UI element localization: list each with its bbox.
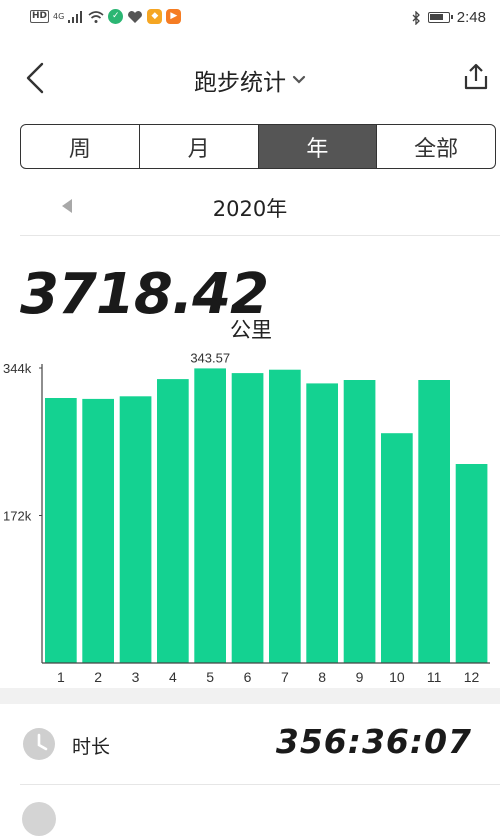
duration-value: 356:36:07 xyxy=(275,722,472,761)
share-icon[interactable] xyxy=(462,62,490,92)
video-icon: ▶ xyxy=(166,9,182,24)
year-label: 2020年 xyxy=(212,197,288,221)
bar-10 xyxy=(381,433,413,663)
page-title[interactable]: 跑步统计 xyxy=(194,63,286,97)
back-arrow-icon[interactable] xyxy=(20,60,50,96)
tab-week[interactable]: 周 xyxy=(21,125,140,168)
divider xyxy=(20,235,500,236)
hd-badge: HD xyxy=(30,10,50,23)
bar-11 xyxy=(418,380,450,663)
period-tabs: 周 月 年 全部 xyxy=(20,124,496,169)
title-bar: 跑步统计 xyxy=(0,60,500,100)
clock-icon xyxy=(23,728,55,760)
total-distance-unit: 公里 xyxy=(230,318,272,342)
tab-month[interactable]: 月 xyxy=(140,125,259,168)
x-tick-label: 2 xyxy=(94,669,102,685)
divider xyxy=(20,784,500,785)
tab-all[interactable]: 全部 xyxy=(377,125,495,168)
x-tick-label: 10 xyxy=(389,669,405,685)
y-tick-label: 344k xyxy=(3,361,32,376)
x-tick-label: 11 xyxy=(427,669,442,685)
bar-3 xyxy=(119,396,152,663)
x-tick-label: 3 xyxy=(132,669,140,685)
heart-icon xyxy=(128,10,143,23)
status-time: 2:48 xyxy=(456,9,486,26)
y-tick-label: 172k xyxy=(3,509,32,524)
network-type: 4G xyxy=(53,12,65,21)
bar-1 xyxy=(45,398,77,663)
next-stat-icon xyxy=(22,802,56,836)
bar-8 xyxy=(306,383,338,663)
app-icon: ✓ xyxy=(108,9,124,24)
status-bar-left: HD 4G ✓ ◆ ▶ xyxy=(30,9,182,24)
notification-icon: ◆ xyxy=(147,9,163,24)
chevron-down-icon[interactable] xyxy=(292,75,306,85)
monthly-distance-chart: 1 2 3 4 5 6 7 8 9 10 11 12344k172k343.57 xyxy=(3,350,490,685)
x-tick-label: 5 xyxy=(206,669,214,685)
bar-5 xyxy=(194,368,226,663)
signal-icon xyxy=(68,10,83,23)
battery-icon xyxy=(427,12,453,23)
bar-4 xyxy=(157,379,189,663)
bar-6 xyxy=(231,373,264,663)
bluetooth-icon xyxy=(412,10,420,25)
bar-12 xyxy=(455,464,488,663)
max-value-label: 343.57 xyxy=(190,350,230,365)
x-tick-label: 9 xyxy=(356,669,364,685)
wifi-icon xyxy=(88,10,104,23)
tab-year[interactable]: 年 xyxy=(258,125,378,168)
bar-2 xyxy=(82,398,114,663)
x-tick-label: 6 xyxy=(244,669,252,685)
status-bar-right: 2:48 xyxy=(411,9,486,26)
x-tick-label: 4 xyxy=(169,669,177,685)
x-tick-label: 1 xyxy=(57,669,65,685)
x-tick-label: 8 xyxy=(318,669,326,685)
x-tick-label: 7 xyxy=(281,669,289,685)
x-tick-label: 12 xyxy=(464,669,480,685)
bar-7 xyxy=(269,369,301,663)
bar-9 xyxy=(343,380,376,663)
status-bar: HD 4G ✓ ◆ ▶ 2:48 xyxy=(0,0,500,38)
duration-label: 时长 xyxy=(72,736,111,758)
section-separator xyxy=(0,688,500,704)
